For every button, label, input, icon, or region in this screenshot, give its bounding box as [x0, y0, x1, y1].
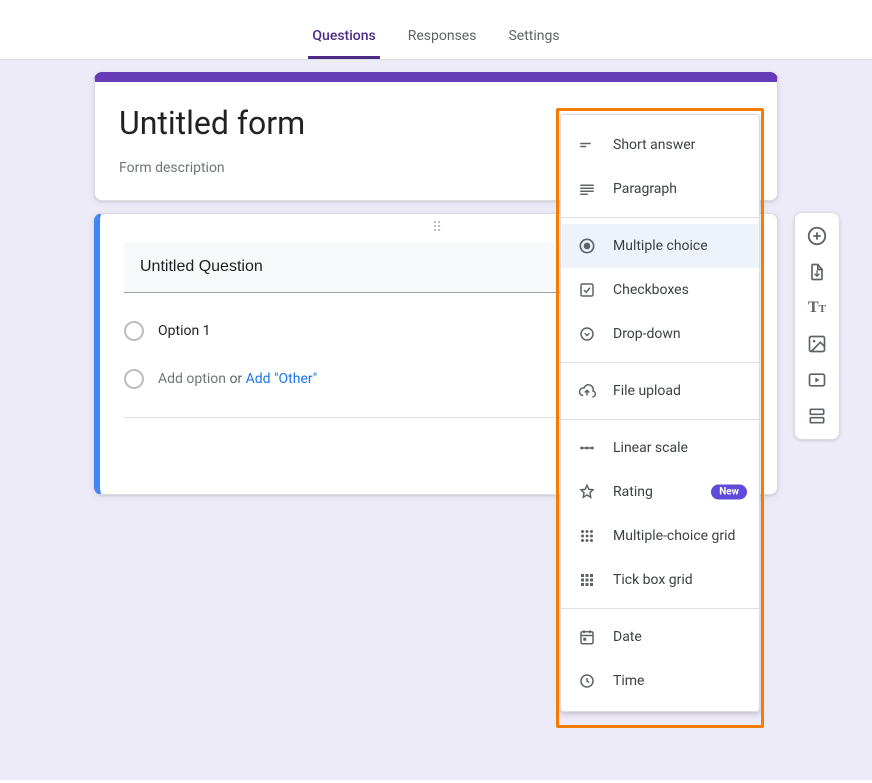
menu-rating[interactable]: Rating New — [561, 470, 759, 514]
menu-checkboxes[interactable]: Checkboxes — [561, 268, 759, 312]
dropdown-icon — [577, 324, 597, 344]
add-question-icon[interactable] — [799, 221, 835, 251]
menu-time[interactable]: Time — [561, 659, 759, 703]
tab-responses[interactable]: Responses — [404, 28, 481, 59]
option-1-text[interactable]: Option 1 — [158, 323, 211, 339]
tab-settings[interactable]: Settings — [504, 28, 563, 59]
radio-selected-icon — [577, 236, 597, 256]
paragraph-icon — [577, 179, 597, 199]
menu-label: Time — [613, 673, 644, 689]
short-answer-icon — [577, 135, 597, 155]
star-icon — [577, 482, 597, 502]
menu-multiple-choice-grid[interactable]: Multiple-choice grid — [561, 514, 759, 558]
radio-icon — [124, 321, 144, 341]
menu-divider — [561, 217, 759, 218]
grid-dots-icon — [577, 526, 597, 546]
add-section-icon[interactable] — [799, 401, 835, 431]
add-image-toolbar-icon[interactable] — [799, 329, 835, 359]
add-other-link[interactable]: Add "Other" — [246, 371, 318, 387]
menu-label: Rating — [613, 484, 653, 500]
or-text-2: or — [229, 371, 242, 387]
add-title-icon[interactable]: TT — [799, 293, 835, 323]
linear-scale-icon — [577, 438, 597, 458]
tab-bar: Questions Responses Settings — [0, 0, 872, 60]
menu-paragraph[interactable]: Paragraph — [561, 167, 759, 211]
menu-label: Date — [613, 629, 642, 645]
question-type-menu: Short answer Paragraph Multiple choice C — [560, 114, 760, 712]
side-toolbar: TT — [794, 212, 840, 440]
menu-label: Tick box grid — [613, 572, 693, 588]
menu-label: Drop-down — [613, 326, 681, 342]
menu-divider — [561, 608, 759, 609]
canvas: Untitled form Form description ⠿ Option … — [0, 60, 872, 780]
menu-tick-box-grid[interactable]: Tick box grid — [561, 558, 759, 602]
menu-file-upload[interactable]: File upload — [561, 369, 759, 413]
menu-label: Multiple choice — [613, 238, 708, 254]
menu-short-answer[interactable]: Short answer — [561, 123, 759, 167]
file-upload-icon — [577, 381, 597, 401]
add-option-link[interactable]: Add option — [158, 371, 226, 387]
menu-label: Short answer — [613, 137, 695, 153]
radio-icon — [124, 369, 144, 389]
menu-label: Multiple-choice grid — [613, 528, 735, 544]
import-questions-icon[interactable] — [799, 257, 835, 287]
menu-label: Linear scale — [613, 440, 688, 456]
menu-linear-scale[interactable]: Linear scale — [561, 426, 759, 470]
menu-label: Paragraph — [613, 181, 677, 197]
add-video-icon[interactable] — [799, 365, 835, 395]
calendar-icon — [577, 627, 597, 647]
checkbox-icon — [577, 280, 597, 300]
menu-multiple-choice[interactable]: Multiple choice — [561, 224, 759, 268]
grid-squares-icon — [577, 570, 597, 590]
menu-date[interactable]: Date — [561, 615, 759, 659]
menu-label: Checkboxes — [613, 282, 689, 298]
menu-divider — [561, 419, 759, 420]
menu-label: File upload — [613, 383, 681, 399]
tab-questions[interactable]: Questions — [308, 28, 379, 59]
clock-icon — [577, 671, 597, 691]
menu-divider — [561, 362, 759, 363]
new-badge: New — [711, 485, 747, 500]
menu-dropdown[interactable]: Drop-down — [561, 312, 759, 356]
